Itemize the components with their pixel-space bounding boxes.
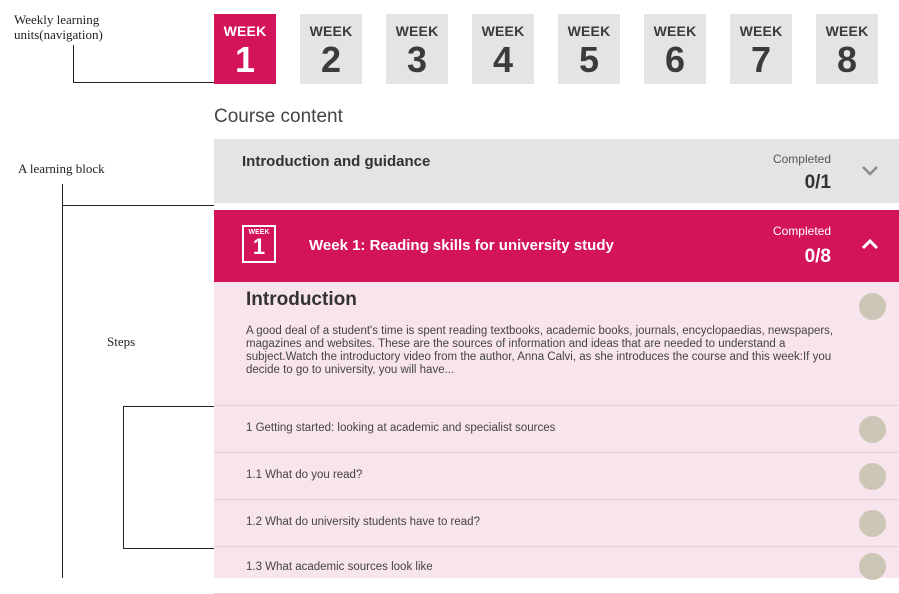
annotation-weekly-units: Weekly learning units(navigation) — [14, 12, 103, 42]
week-tab-label: WEEK — [481, 23, 525, 39]
week-tab-number: 5 — [578, 39, 600, 80]
completed-label: Completed — [772, 152, 831, 166]
step-title: 1.1 What do you read? — [246, 469, 363, 481]
status-circle-icon — [859, 553, 886, 580]
step-heading: Introduction — [246, 289, 357, 310]
annotation-line — [123, 548, 221, 549]
completed-count: 0/8 — [804, 246, 831, 267]
step-item[interactable]: 1.1 What do you read? — [214, 453, 899, 500]
week-tab-number: 1 — [234, 39, 256, 80]
step-item[interactable]: 1 Getting started: looking at academic a… — [214, 406, 899, 453]
week-tab-1[interactable]: WEEK 1 — [214, 14, 276, 84]
week-icon: WEEK 1 — [242, 225, 276, 263]
step-description: A good deal of a student's time is spent… — [246, 325, 834, 376]
week-tab-7[interactable]: WEEK 7 — [730, 14, 792, 84]
annotation-line — [123, 406, 221, 407]
status-circle-icon — [859, 510, 886, 537]
week-icon-number: 1 — [252, 234, 266, 259]
annotation-line — [73, 82, 214, 83]
step-title: 1.3 What academic sources look like — [246, 561, 433, 573]
week-tab-4[interactable]: WEEK 4 — [472, 14, 534, 84]
block-title: Week 1: Reading skills for university st… — [309, 237, 614, 254]
completed-label: Completed — [772, 224, 831, 238]
week-tab-number: 7 — [750, 39, 772, 80]
chevron-up-icon[interactable] — [861, 238, 879, 250]
chevron-down-icon[interactable] — [861, 165, 879, 177]
annotation-steps: Steps — [107, 334, 136, 349]
week-tab-label: WEEK — [739, 23, 783, 39]
block-title: Introduction and guidance — [242, 153, 431, 170]
week-tab-number: 6 — [664, 39, 686, 80]
learning-block-week-1[interactable]: WEEK 1 Week 1: Reading skills for univer… — [214, 210, 899, 282]
completed-count: 0/1 — [804, 172, 831, 193]
week-tab-number: 2 — [320, 39, 342, 80]
status-circle-icon — [859, 463, 886, 490]
week-tab-label: WEEK — [567, 23, 611, 39]
week-tab-2[interactable]: WEEK 2 — [300, 14, 362, 84]
week-tab-label: WEEK — [653, 23, 697, 39]
week-tab-label: WEEK — [309, 23, 353, 39]
steps-list: Introduction A good deal of a student's … — [214, 282, 899, 594]
status-circle-icon — [859, 293, 886, 320]
step-title: 1.2 What do university students have to … — [246, 516, 480, 528]
step-introduction[interactable]: Introduction A good deal of a student's … — [214, 282, 899, 406]
step-item[interactable]: 1.2 What do university students have to … — [214, 500, 899, 547]
status-circle-icon — [859, 416, 886, 443]
week-tab-number: 8 — [836, 39, 858, 80]
step-item[interactable]: 1.3 What academic sources look like — [214, 547, 899, 594]
week-tab-label: WEEK — [825, 23, 869, 39]
week-tab-label: WEEK — [223, 23, 267, 39]
annotation-line — [123, 406, 124, 549]
course-content-heading: Course content — [214, 106, 343, 127]
step-title: 1 Getting started: looking at academic a… — [246, 422, 556, 434]
week-tab-6[interactable]: WEEK 6 — [644, 14, 706, 84]
week-tab-label: WEEK — [395, 23, 439, 39]
annotation-line — [62, 184, 63, 578]
week-tab-5[interactable]: WEEK 5 — [558, 14, 620, 84]
annotation-line — [62, 205, 214, 206]
learning-block-introduction[interactable]: Introduction and guidance Completed 0/1 — [214, 139, 899, 203]
week-tab-number: 4 — [492, 39, 514, 80]
week-tab-3[interactable]: WEEK 3 — [386, 14, 448, 84]
annotation-learning-block: A learning block — [18, 161, 105, 176]
week-tab-8[interactable]: WEEK 8 — [816, 14, 878, 84]
annotation-line — [73, 45, 74, 83]
week-tab-number: 3 — [406, 39, 428, 80]
